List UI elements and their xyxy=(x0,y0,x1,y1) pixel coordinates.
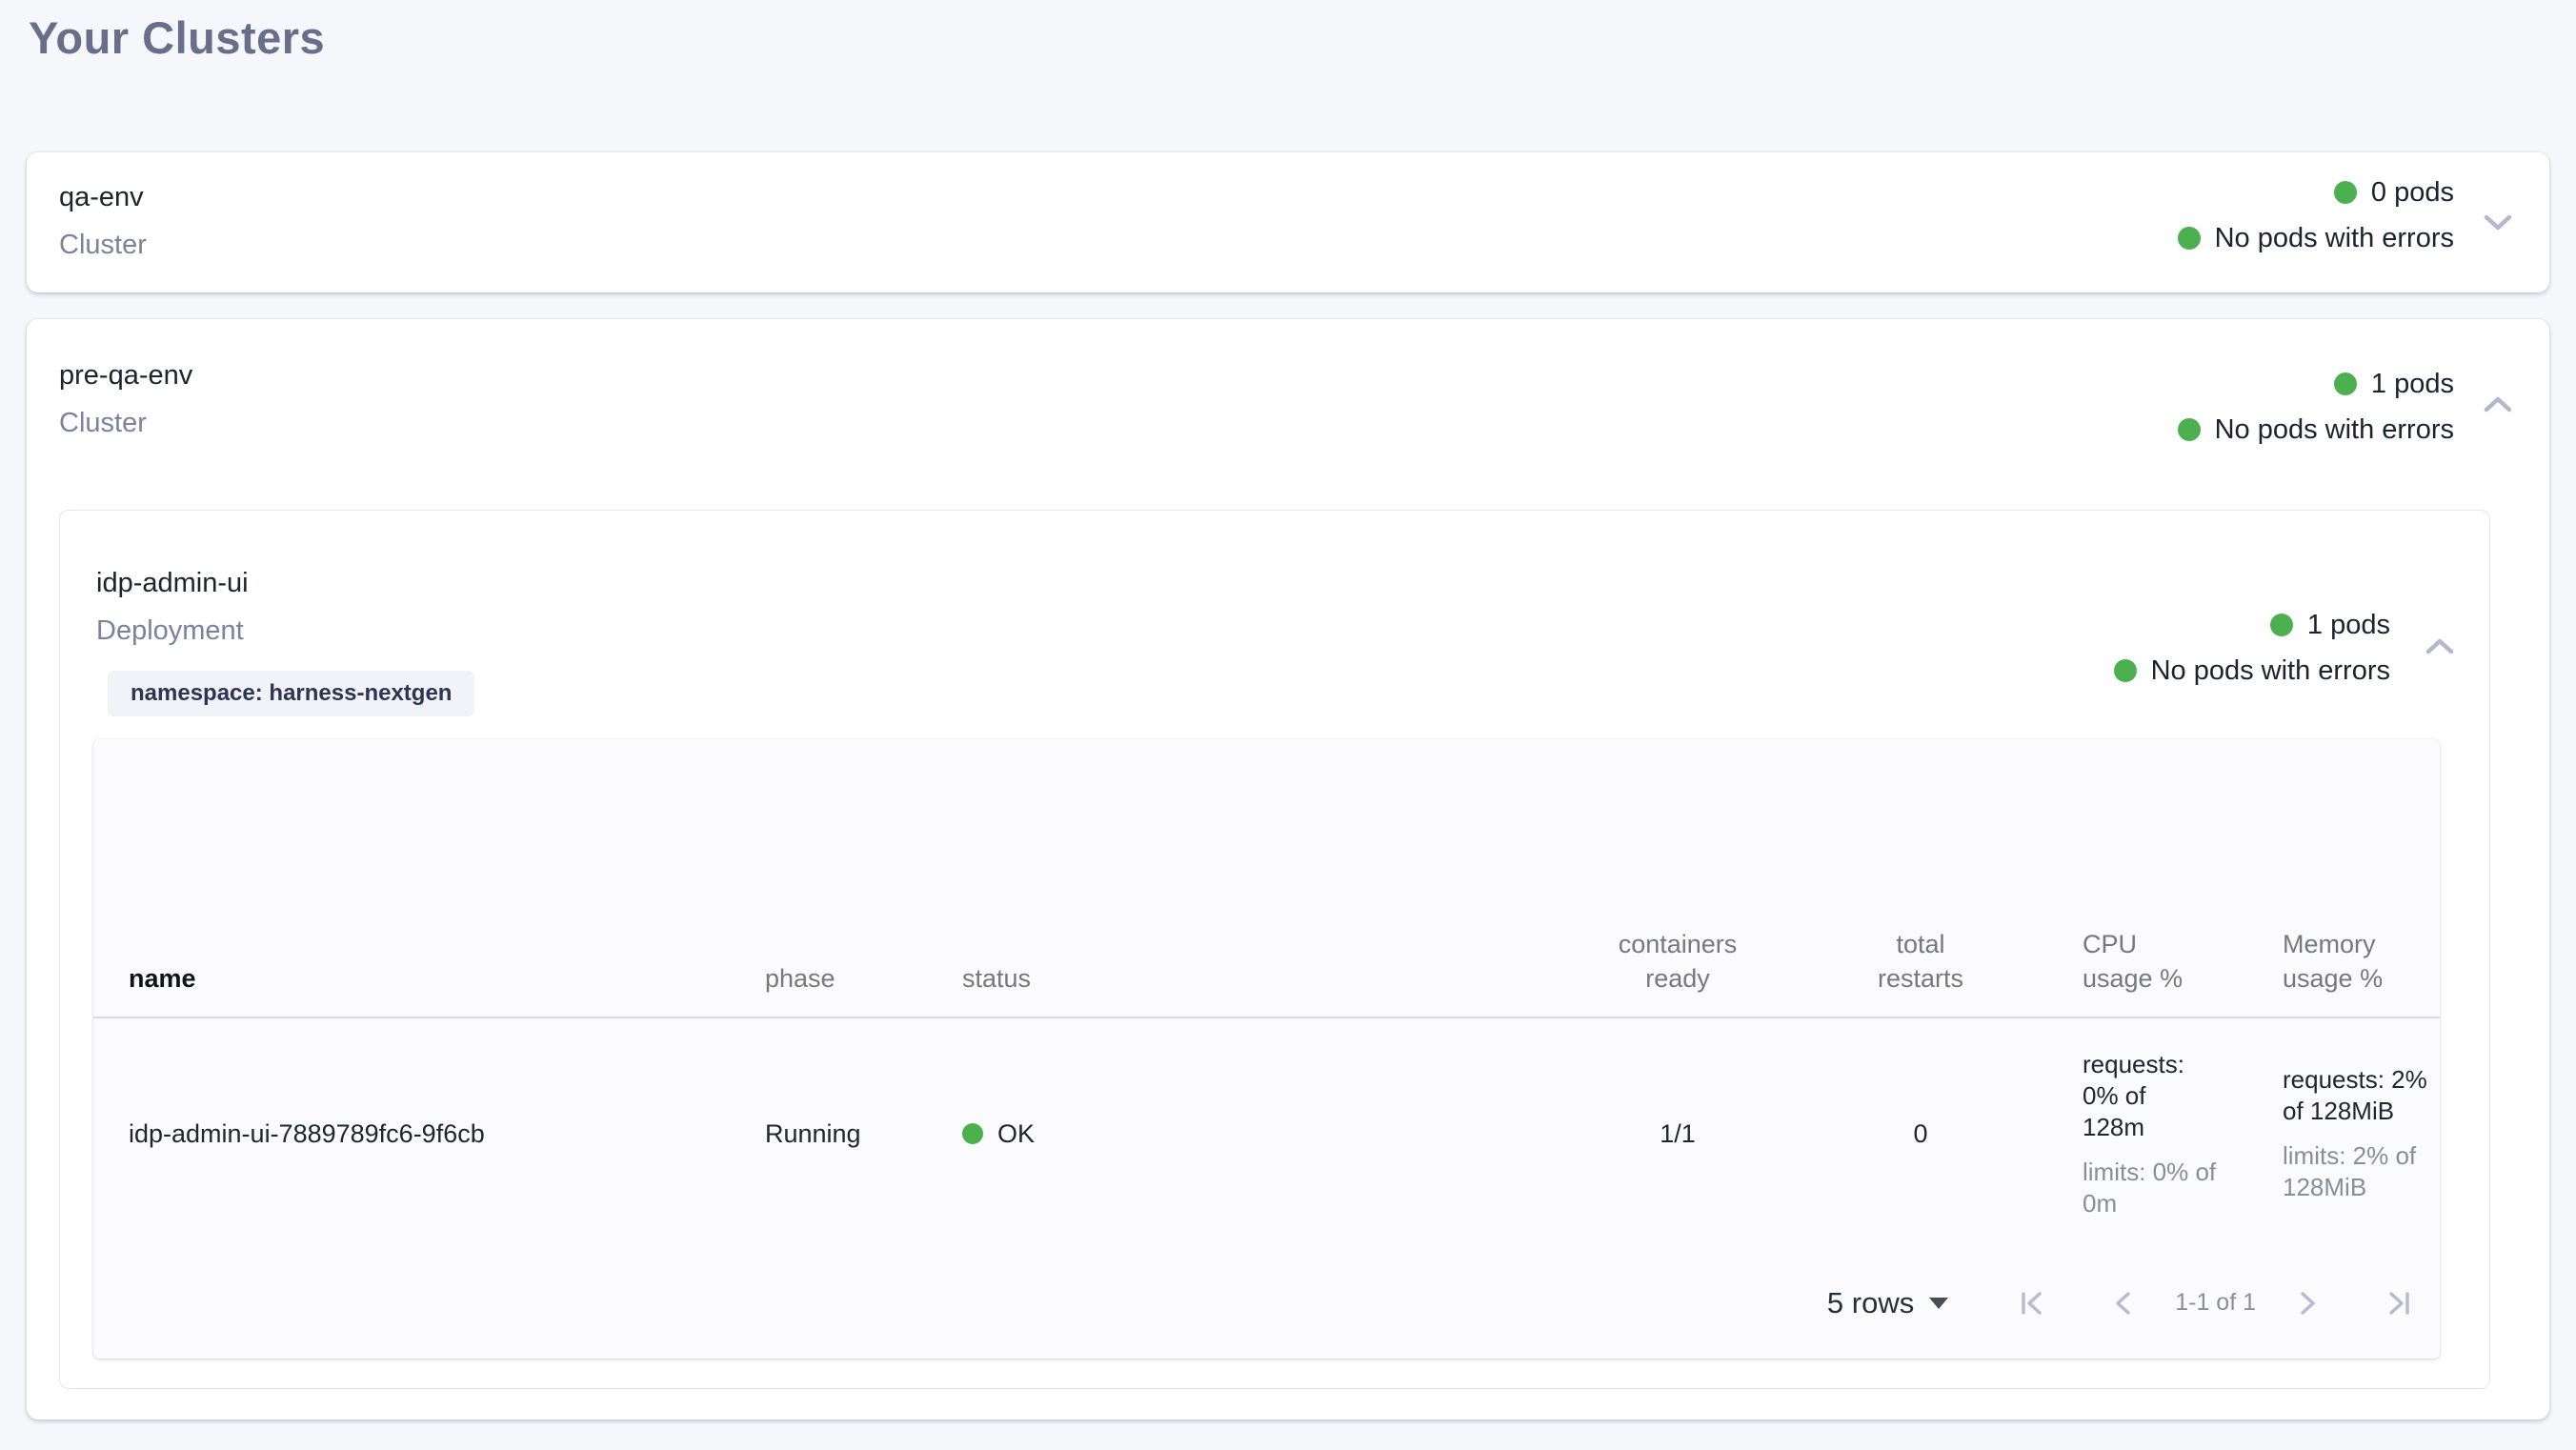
status-dot-green xyxy=(2334,181,2357,204)
column-header-phase[interactable]: phase xyxy=(754,961,954,996)
chevron-up-icon[interactable] xyxy=(2417,624,2463,670)
pagination-range-label: 1-1 of 1 xyxy=(2175,1289,2256,1317)
column-header-cpu-usage[interactable]: CPU usage % xyxy=(2011,927,2264,996)
chevron-down-icon[interactable] xyxy=(2475,200,2521,246)
table-header-row: name phase status containers ready total… xyxy=(93,739,2440,1018)
column-header-status[interactable]: status xyxy=(954,961,1525,996)
deployment-kind-label: Deployment xyxy=(96,611,249,651)
deployment-name: idp-admin-ui xyxy=(96,563,249,603)
cpu-requests: requests: 0% of 128m xyxy=(2083,1049,2206,1143)
column-header-name[interactable]: name xyxy=(93,961,754,996)
clusters-page: Your Clusters qa-env Cluster 0 pods No p… xyxy=(0,0,2576,1450)
cluster-card-pre-qa-env[interactable]: pre-qa-env Cluster 1 pods No pods with e… xyxy=(27,319,2549,1420)
status-dot-green xyxy=(2114,659,2137,682)
table-pagination: 5 rows 1-1 of 1 xyxy=(93,1249,2440,1357)
pods-count-status: 1 pods xyxy=(2178,361,2454,407)
status-dot-green xyxy=(2178,227,2201,250)
cluster-card-qa-env[interactable]: qa-env Cluster 0 pods No pods with error… xyxy=(27,152,2549,292)
status-dot-green xyxy=(2178,418,2201,441)
last-page-button[interactable] xyxy=(2382,1286,2416,1320)
cpu-usage-cell: requests: 0% of 128m limits: 0% of 0m xyxy=(2011,1049,2264,1219)
pods-errors-status: No pods with errors xyxy=(2178,407,2454,453)
cluster-name: qa-env xyxy=(59,177,147,217)
namespace-chip: namespace: harness-nextgen xyxy=(108,671,474,716)
status-dot-green xyxy=(962,1123,983,1144)
column-header-containers-ready[interactable]: containers ready xyxy=(1525,927,1830,996)
pod-status-cell: OK xyxy=(954,1119,1525,1149)
cluster-kind-label: Cluster xyxy=(59,403,192,443)
status-dot-green xyxy=(2270,614,2293,636)
pods-errors-status: No pods with errors xyxy=(2178,215,2454,261)
pod-phase-cell: Running xyxy=(754,1119,954,1149)
status-dot-green xyxy=(2334,373,2357,395)
total-restarts-cell: 0 xyxy=(1830,1119,2011,1149)
pods-count-status: 0 pods xyxy=(2178,170,2454,215)
first-page-button[interactable] xyxy=(2015,1286,2049,1320)
memory-usage-cell: requests: 2% of 128MiB limits: 2% of 128… xyxy=(2264,1064,2440,1203)
table-row: idp-admin-ui-7889789fc6-9f6cb Running OK… xyxy=(93,1018,2440,1249)
pod-name-cell: idp-admin-ui-7889789fc6-9f6cb xyxy=(93,1119,754,1149)
cluster-kind-label: Cluster xyxy=(59,225,147,265)
containers-ready-cell: 1/1 xyxy=(1525,1119,1830,1149)
column-header-total-restarts[interactable]: total restarts xyxy=(1830,927,2011,996)
next-page-button[interactable] xyxy=(2290,1286,2324,1320)
column-header-memory-usage[interactable]: Memory usage % xyxy=(2264,927,2440,996)
caret-down-icon xyxy=(1929,1298,1948,1309)
cluster-name: pre-qa-env xyxy=(59,355,192,395)
chevron-up-icon[interactable] xyxy=(2475,382,2521,428)
page-title: Your Clusters xyxy=(29,11,325,64)
cpu-limits: limits: 0% of 0m xyxy=(2083,1157,2225,1219)
memory-limits: limits: 2% of 128MiB xyxy=(2283,1140,2435,1203)
pods-table: name phase status containers ready total… xyxy=(93,739,2440,1359)
previous-page-button[interactable] xyxy=(2106,1286,2141,1320)
deployment-card-idp-admin-ui: idp-admin-ui Deployment namespace: harne… xyxy=(59,510,2490,1389)
rows-per-page-select[interactable]: 5 rows xyxy=(1827,1286,1948,1320)
memory-requests: requests: 2% of 128MiB xyxy=(2283,1064,2435,1127)
pods-count-status: 1 pods xyxy=(2114,602,2390,648)
pods-errors-status: No pods with errors xyxy=(2114,648,2390,694)
